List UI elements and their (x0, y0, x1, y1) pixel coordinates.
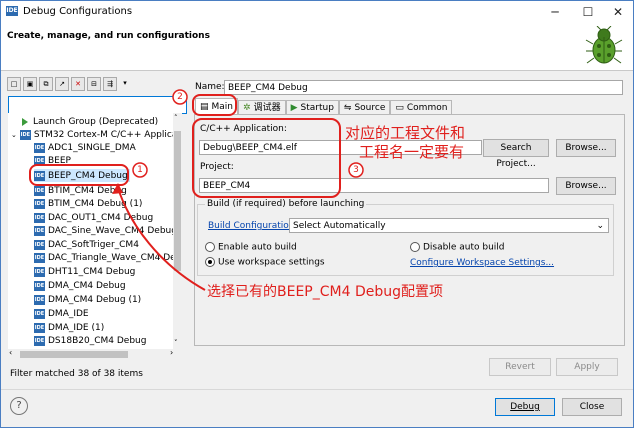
selected-item-highlight (29, 164, 129, 186)
marker-2: 2 (177, 92, 183, 102)
note-files-line1: 对应的工程文件和 (345, 124, 466, 142)
marker-1: 1 (137, 165, 143, 175)
note-select-config: 选择已有的BEEP_CM4 Debug配置项 (207, 284, 443, 300)
annotation-arrow (117, 187, 206, 291)
marker-3: 3 (353, 165, 359, 175)
application-project-highlight (192, 118, 341, 198)
note-files-line2: 工程名一定要有 (359, 143, 465, 161)
main-tab-highlight (192, 94, 237, 116)
annotation-overlay (29, 89, 364, 291)
